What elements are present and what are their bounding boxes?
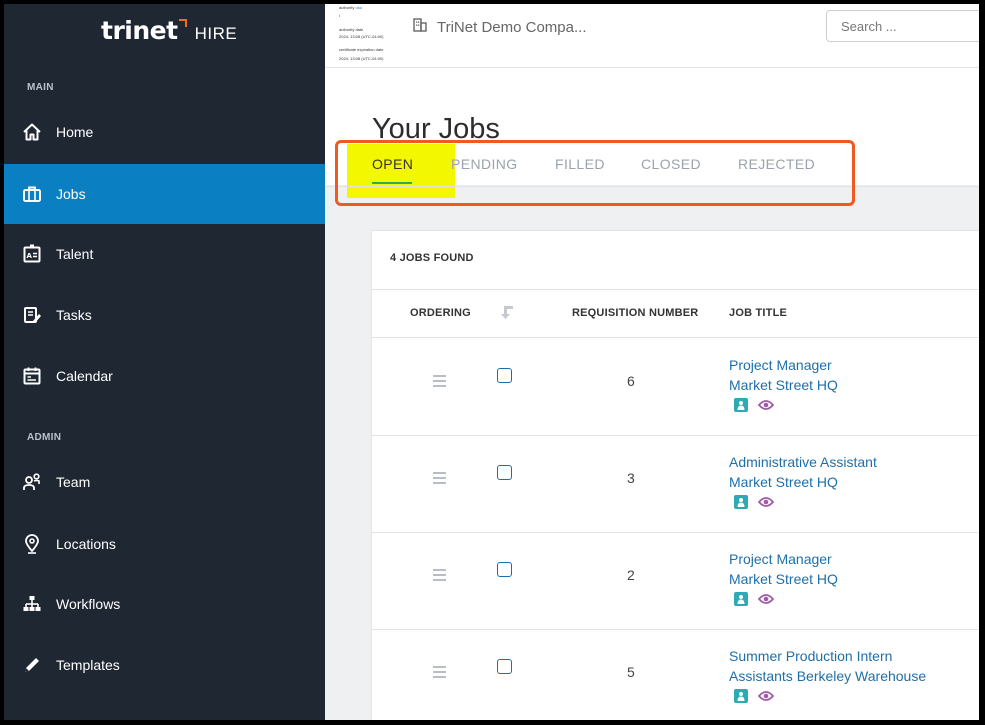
cert-info-line: 2024, 13:08 (UTC-04:00) [339,56,384,61]
workflow-icon [22,594,42,614]
sidebar-item-label: Jobs [56,186,86,202]
job-location-link[interactable]: Market Street HQ [729,377,838,393]
tab-pending[interactable]: PENDING [451,156,518,172]
job-title-link[interactable]: Project Manager [729,551,832,567]
job-location-link[interactable]: Market Street HQ [729,571,838,587]
pencil-icon [22,655,42,675]
job-title-link[interactable]: Administrative Assistant [729,454,877,470]
table-row: 2 Project Manager Market Street HQ [372,532,979,630]
tab-closed[interactable]: CLOSED [641,156,701,172]
table-row: 5 Summer Production Intern Assistants Be… [372,629,979,720]
home-icon [22,122,42,142]
calendar-icon [22,366,42,386]
drag-handle-icon[interactable] [433,666,446,681]
eye-icon[interactable] [757,398,775,416]
active-tab-indicator [372,182,412,184]
building-icon [413,18,427,36]
row-checkbox[interactable] [497,562,512,577]
row-checkbox[interactable] [497,659,512,674]
sidebar-item-label: Locations [56,536,116,552]
jobs-found-count: 4 JOBS FOUND [390,252,474,264]
drag-handle-icon[interactable] [433,472,446,487]
column-header-requisition[interactable]: REQUISITION NUMBER [572,307,698,319]
cert-info-line: authority usu [339,5,362,10]
sidebar-item-templates[interactable]: Templates [4,635,325,695]
requisition-number: 6 [627,373,635,389]
drag-handle-icon[interactable] [433,569,446,584]
job-status-tabs: OPEN PENDING FILLED CLOSED REJECTED [325,140,979,187]
sidebar-item-home[interactable]: Home [4,102,325,162]
sidebar-item-calendar[interactable]: Calendar [4,346,325,406]
app-window: trinet HIRE MAIN Home Jobs A Talent Task… [4,4,979,720]
sidebar-item-jobs[interactable]: Jobs [4,164,325,224]
id-card-icon: A [22,244,42,264]
cert-info-line: i [339,13,340,18]
sidebar-item-label: Team [56,474,91,490]
sort-icon[interactable] [501,304,515,323]
tab-rejected[interactable]: REJECTED [738,156,815,172]
team-icon [22,472,42,492]
logo-product: HIRE [194,24,238,43]
person-badge-icon[interactable] [734,592,748,606]
briefcase-icon [22,184,42,204]
trinet-logo[interactable]: trinet HIRE [101,16,237,48]
sidebar-item-label: Calendar [56,368,113,384]
logo-mark-icon [178,19,187,27]
top-bar: authority usu i authority date 2024, 13:… [325,4,979,68]
cert-info-line: 2024, 13:08 (UTC-04:00) [339,34,384,39]
job-location-link[interactable]: Assistants Berkeley Warehouse [729,668,926,684]
eye-icon[interactable] [757,592,775,610]
requisition-number: 3 [627,470,635,486]
section-label-main: MAIN [27,82,54,93]
table-row: 6 Project Manager Market Street HQ [372,338,979,436]
jobs-table-card: 4 JOBS FOUND ORDERING REQUISITION NUMBER… [371,230,979,720]
section-label-admin: ADMIN [27,432,62,443]
sidebar-item-label: Talent [56,246,94,262]
logo-brand: trinet [101,16,178,45]
eye-icon[interactable] [757,689,775,707]
main-content: Your Jobs OPEN PENDING FILLED CLOSED REJ… [325,68,979,720]
column-header-job-title[interactable]: JOB TITLE [729,307,787,319]
job-title-link[interactable]: Summer Production Intern [729,648,892,664]
job-location-link[interactable]: Market Street HQ [729,474,838,490]
divider [372,289,979,290]
requisition-number: 2 [627,567,635,583]
company-name: TriNet Demo Compa... [437,18,587,36]
person-badge-icon[interactable] [734,398,748,412]
eye-icon[interactable] [757,495,775,513]
cert-info-line: certificate expiration date [339,47,384,52]
person-badge-icon[interactable] [734,689,748,703]
sidebar-item-team[interactable]: Team [4,452,325,512]
sidebar-item-talent[interactable]: A Talent [4,224,325,284]
job-title-link[interactable]: Project Manager [729,357,832,373]
row-checkbox[interactable] [497,368,512,383]
company-selector[interactable]: TriNet Demo Compa... [413,18,586,36]
sidebar-item-label: Tasks [56,307,92,323]
column-header-ordering[interactable]: ORDERING [410,307,471,319]
sidebar-item-workflows[interactable]: Workflows [4,574,325,634]
sidebar-item-locations[interactable]: Locations [4,514,325,574]
tab-open[interactable]: OPEN [372,156,413,172]
sidebar-item-label: Workflows [56,596,121,612]
svg-text:A: A [27,252,33,260]
sidebar-item-tasks[interactable]: Tasks [4,285,325,345]
tasks-icon [22,305,42,325]
row-checkbox[interactable] [497,465,512,480]
search-input[interactable] [826,10,979,42]
sidebar-item-label: Home [56,124,94,140]
cert-info-line: authority date [339,27,364,32]
sidebar-item-label: Templates [56,657,120,673]
table-row: 3 Administrative Assistant Market Street… [372,435,979,533]
person-badge-icon[interactable] [734,495,748,509]
sidebar: trinet HIRE MAIN Home Jobs A Talent Task… [4,4,325,720]
requisition-number: 5 [627,664,635,680]
tab-filled[interactable]: FILLED [555,156,605,172]
location-pin-icon [22,534,42,554]
drag-handle-icon[interactable] [433,375,446,390]
